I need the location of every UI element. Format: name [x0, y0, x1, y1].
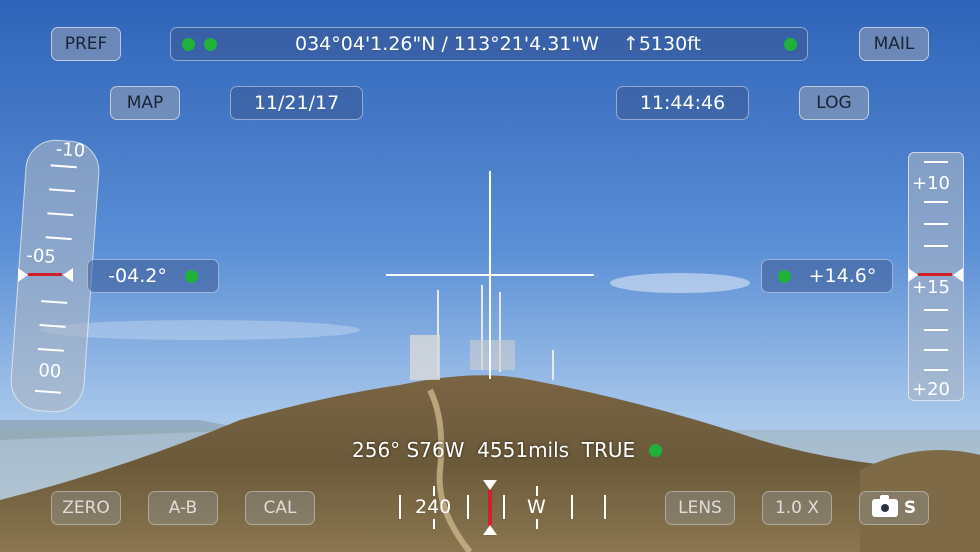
left-tick — [41, 300, 68, 304]
compass-tick — [604, 495, 606, 519]
compass-marker-arrow-up — [483, 525, 497, 535]
right-tick — [924, 329, 948, 331]
left-marker-arrow-left — [18, 268, 28, 282]
zoom-button[interactable]: 1.0 X — [762, 491, 832, 525]
compass-strip[interactable]: 240 W — [395, 486, 610, 532]
left-tick — [39, 324, 66, 328]
right-tick — [924, 223, 948, 225]
left-tick-label-mid: -05 — [25, 244, 57, 268]
compass-marker-arrow-down — [483, 480, 497, 490]
right-marker-arrow-left — [908, 268, 918, 282]
map-button[interactable]: MAP — [110, 86, 180, 120]
gps-status-icon — [182, 37, 195, 51]
right-tick-label-top: +10 — [912, 173, 950, 194]
crosshair-vertical — [489, 171, 491, 379]
left-tick — [48, 188, 76, 193]
camera-icon — [871, 495, 898, 517]
cal-button[interactable]: CAL — [245, 491, 315, 525]
right-marker-arrow-right — [953, 268, 963, 282]
left-tick — [45, 236, 72, 241]
coordinates-text: 034°04'1.26"N / 113°21'4.31"W — [295, 33, 599, 55]
left-tick — [34, 389, 61, 394]
left-angle-readout: -04.2° — [87, 259, 219, 293]
left-tick-label-bottom: 00 — [37, 360, 62, 383]
date-display: 11/21/17 — [230, 86, 363, 120]
left-marker-arrow-right — [63, 268, 73, 282]
left-tick — [47, 212, 74, 217]
compass-tick — [536, 519, 538, 529]
mail-button[interactable]: MAIL — [859, 27, 929, 61]
right-tick — [924, 349, 948, 351]
time-display: 11:44:46 — [616, 86, 749, 120]
right-level-marker — [918, 273, 952, 276]
right-angle-status-icon — [777, 269, 791, 283]
left-tick — [37, 347, 64, 352]
compass-tick — [399, 495, 401, 519]
compass-label-w: W — [527, 496, 546, 518]
right-tick — [924, 161, 948, 163]
heading-text: 256° S76W 4551mils TRUE — [352, 438, 636, 462]
location-bar: 034°04'1.26"N / 113°21'4.31"W ↑5130ft — [170, 27, 808, 61]
compass-center-marker — [488, 490, 492, 526]
log-button[interactable]: LOG — [799, 86, 869, 120]
a-b-button[interactable]: A-B — [148, 491, 218, 525]
right-tick-label-bottom: +20 — [912, 379, 950, 400]
compass-tick — [433, 519, 435, 529]
camera-button[interactable]: S — [859, 491, 929, 525]
compass-tick — [571, 495, 573, 519]
camera-label: S — [903, 498, 917, 518]
compass-label-240: 240 — [415, 496, 452, 518]
left-angle-status-icon — [184, 269, 198, 283]
compass-tick — [433, 486, 435, 496]
heading-readout: 256° S76W 4551mils TRUE — [352, 437, 663, 463]
right-tick — [924, 369, 948, 371]
right-tick — [924, 309, 948, 311]
compass-tick — [536, 486, 538, 496]
heading-status-icon — [649, 443, 663, 457]
right-angle-readout: +14.6° — [761, 259, 893, 293]
right-angle-text: +14.6° — [808, 265, 877, 287]
zero-button[interactable]: ZERO — [51, 491, 121, 525]
elevation-text: ↑5130ft — [622, 33, 701, 55]
right-tick — [924, 245, 948, 247]
right-tick — [924, 201, 948, 203]
pref-button[interactable]: PREF — [51, 27, 121, 61]
left-level-marker — [28, 273, 62, 276]
compass-tick — [467, 495, 469, 519]
left-angle-text: -04.2° — [108, 265, 167, 287]
lens-button[interactable]: LENS — [665, 491, 735, 525]
left-tick — [50, 164, 77, 169]
compass-tick — [503, 495, 505, 519]
left-tick-label-top: -10 — [55, 138, 86, 162]
gps-status-icon-2 — [204, 37, 217, 51]
elevation-status-icon — [784, 38, 797, 51]
